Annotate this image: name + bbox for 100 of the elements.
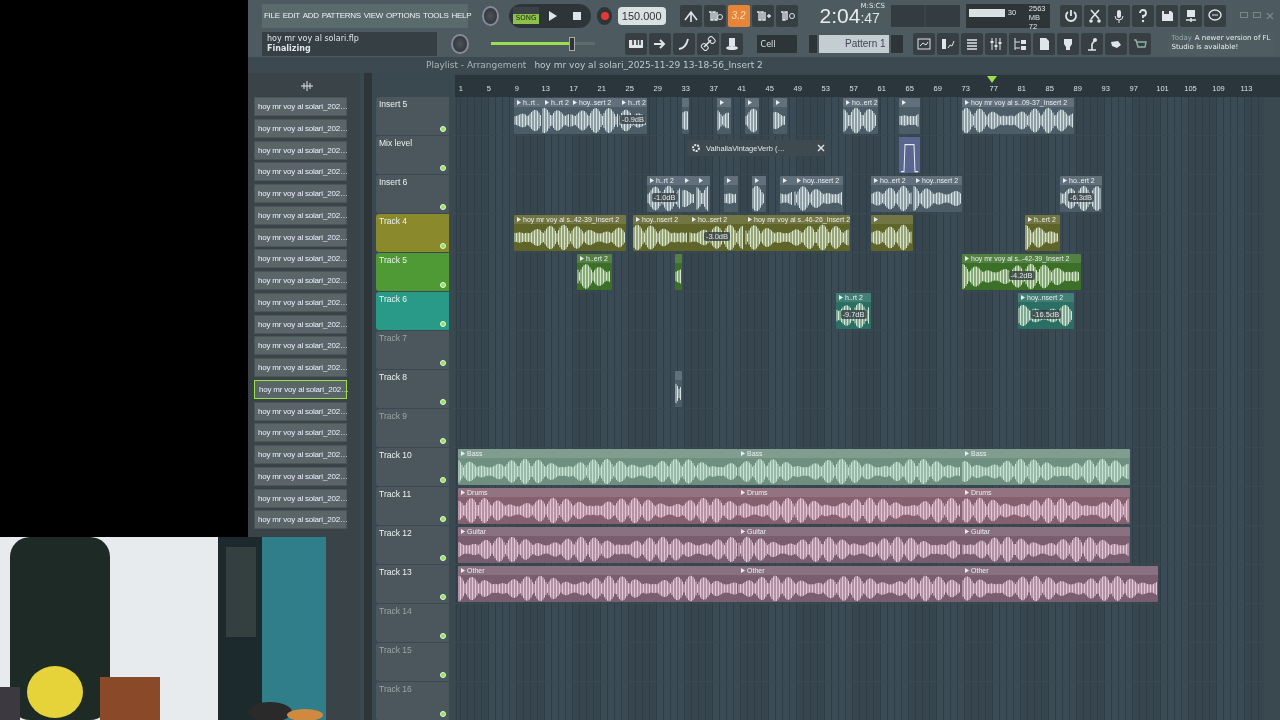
audio-clip[interactable] [871, 215, 913, 251]
toolbar-button[interactable] [984, 33, 1007, 56]
menu-item[interactable]: VIEW [363, 11, 384, 21]
clip-menu-icon[interactable] [747, 100, 752, 105]
track-led[interactable] [440, 438, 446, 444]
browser-item[interactable]: hoy mr voy al solari_202… [254, 314, 347, 334]
browser-item[interactable]: hoy mr voy al solari_202… [254, 162, 347, 182]
clip-menu-icon[interactable] [901, 100, 906, 105]
toolbar-button[interactable] [1084, 4, 1106, 27]
track-led[interactable] [440, 282, 446, 288]
clip-menu-icon[interactable] [754, 178, 759, 183]
audio-clip[interactable] [780, 176, 794, 212]
clip-menu-icon[interactable] [747, 217, 752, 222]
toolbar-button[interactable] [648, 33, 671, 56]
track-led[interactable] [440, 555, 446, 561]
track-led[interactable] [440, 321, 446, 327]
track-led[interactable] [440, 204, 446, 210]
menu-item[interactable]: TOOLS [423, 11, 449, 21]
track-lane[interactable] [455, 370, 1264, 408]
clip-menu-icon[interactable] [964, 490, 969, 495]
browser-item[interactable]: hoy mr voy al solari_202… [254, 140, 347, 160]
clip-menu-icon[interactable] [873, 217, 878, 222]
clip-menu-icon[interactable] [1027, 217, 1032, 222]
track-led[interactable] [440, 633, 446, 639]
clip-menu-icon[interactable] [838, 295, 843, 300]
track-header[interactable]: Mix level [376, 136, 449, 174]
clip-menu-icon[interactable] [516, 217, 521, 222]
toolbar-button[interactable] [1080, 33, 1103, 56]
browser-item[interactable]: hoy mr voy al solari_202… [254, 97, 347, 116]
menu-item[interactable]: PATTERNS [321, 11, 361, 21]
tempo-knob[interactable] [482, 5, 499, 26]
toolbar-button[interactable] [1156, 4, 1178, 27]
menu-item[interactable]: OPTIONS [386, 11, 420, 21]
clip-menu-icon[interactable] [635, 217, 640, 222]
menu-item[interactable]: HELP [451, 11, 472, 21]
clip-menu-icon[interactable] [726, 178, 731, 183]
clip-menu-icon[interactable] [796, 178, 801, 183]
clip-menu-icon[interactable] [698, 178, 703, 183]
toolbar-button[interactable] [624, 33, 647, 56]
browser-item[interactable]: hoy mr voy al solari_202… [254, 488, 347, 508]
record-button[interactable] [597, 6, 612, 25]
clip-menu-icon[interactable] [964, 529, 969, 534]
tempo-field[interactable]: 150.000 [617, 6, 666, 25]
browser-item[interactable]: hoy mr voy al solari_202… [254, 118, 347, 138]
clip-menu-icon[interactable] [740, 568, 745, 573]
toolbar-button[interactable] [1132, 4, 1154, 27]
browser-item[interactable]: hoy mr voy al solari_202… [254, 227, 347, 247]
toolbar-button[interactable] [696, 33, 719, 56]
breadcrumb-link[interactable]: hoy mr voy al solari_2025-11-29 13-18-56_Insert 2 [534, 60, 763, 70]
audio-clip[interactable] [899, 98, 920, 134]
audio-clip[interactable] [752, 176, 766, 212]
clip-menu-icon[interactable] [845, 100, 850, 105]
track-header[interactable]: Track 16 [376, 682, 449, 720]
clip-menu-icon[interactable] [964, 100, 969, 105]
track-header[interactable]: Track 14 [376, 604, 449, 642]
clip-menu-icon[interactable] [572, 100, 577, 105]
audio-clip[interactable] [675, 371, 682, 407]
browser-item[interactable]: hoy mr voy al solari_202… [254, 358, 347, 377]
clip-menu-icon[interactable] [782, 178, 787, 183]
pattern-selector[interactable]: Pattern 1 [818, 35, 889, 54]
browser-item[interactable]: hoy mr voy al solari_202… [254, 292, 347, 312]
audio-clip[interactable] [773, 98, 787, 134]
clip-menu-icon[interactable] [684, 178, 689, 183]
track-header[interactable]: Track 10 [376, 448, 449, 486]
clip-menu-icon[interactable] [719, 100, 724, 105]
audio-clip[interactable] [745, 98, 759, 134]
browser-item[interactable]: hoy mr voy al solari_202… [254, 401, 347, 421]
browser-item[interactable]: hoy mr voy al solari_202… [254, 510, 347, 530]
track-header[interactable]: Track 11 [376, 487, 449, 525]
track-header[interactable]: Insert 5 [376, 97, 449, 135]
menu-item[interactable]: ADD [302, 11, 319, 21]
toolbar-button[interactable] [775, 4, 798, 27]
menu-item[interactable]: EDIT [282, 11, 300, 21]
browser-item[interactable]: hoy mr voy al solari_202… [254, 249, 347, 269]
clip-menu-icon[interactable] [740, 451, 745, 456]
track-led[interactable] [440, 516, 446, 522]
toolbar-button[interactable] [679, 4, 702, 27]
toolbar-button[interactable] [1060, 4, 1082, 27]
track-header[interactable]: Track 15 [376, 643, 449, 681]
clip-menu-icon[interactable] [460, 451, 465, 456]
clip-menu-icon[interactable] [649, 178, 654, 183]
toolbar-button[interactable] [1056, 33, 1079, 56]
clip-menu-icon[interactable] [740, 490, 745, 495]
toolbar-button[interactable] [1180, 4, 1202, 27]
audio-clip[interactable] [717, 98, 731, 134]
browser-item[interactable]: hoy mr voy al solari_202… [254, 184, 347, 203]
toolbar-button[interactable] [720, 33, 743, 56]
volume-slider-thumb[interactable] [568, 37, 575, 52]
track-header[interactable]: Track 9 [376, 409, 449, 447]
track-header[interactable]: Track 4 [376, 214, 449, 252]
browser-item[interactable]: hoy mr voy al solari_202… [254, 336, 347, 356]
track-led[interactable] [440, 672, 446, 678]
track-led[interactable] [440, 243, 446, 249]
clip-menu-icon[interactable] [964, 256, 969, 261]
clip-menu-icon[interactable] [964, 568, 969, 573]
toolbar-button[interactable] [1104, 33, 1127, 56]
audio-clip[interactable] [675, 254, 682, 290]
track-led[interactable] [440, 711, 446, 717]
track-led[interactable] [440, 477, 446, 483]
clip-menu-icon[interactable] [964, 451, 969, 456]
